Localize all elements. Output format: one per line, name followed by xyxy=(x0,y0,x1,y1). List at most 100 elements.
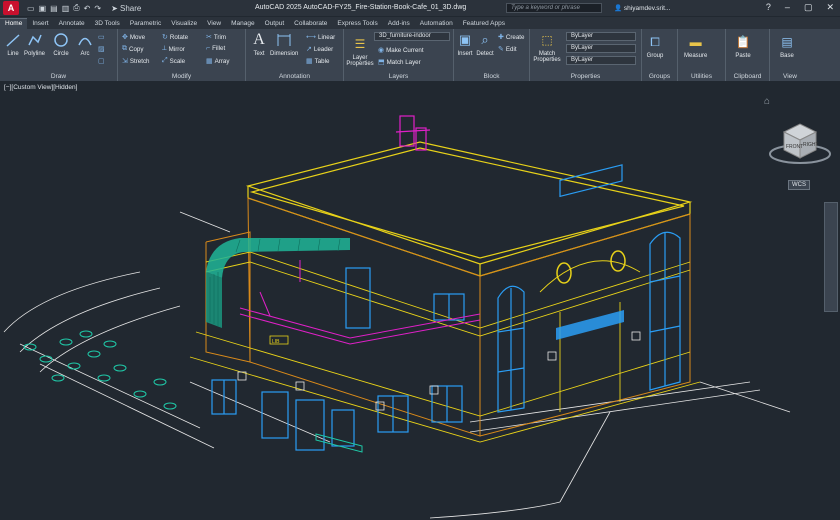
linetype-dropdown[interactable]: ByLayer xyxy=(566,44,636,53)
rotate-button[interactable]: ↻ Rotate xyxy=(162,33,189,42)
create-label: Create xyxy=(505,33,525,41)
tab-automation[interactable]: Automation xyxy=(415,19,458,29)
trim-button[interactable]: ✂ Trim xyxy=(206,33,226,42)
circle-button[interactable]: Circle xyxy=(52,31,70,57)
match-layer-button[interactable]: ⬒ Match Layer xyxy=(378,58,421,67)
groups-panel-title[interactable]: Groups xyxy=(642,73,677,80)
polyline-button[interactable]: Polyline xyxy=(24,31,45,57)
tab-insert[interactable]: Insert xyxy=(27,19,53,29)
edit-block-icon: ✎ xyxy=(498,46,504,53)
base-view-icon: ▤ xyxy=(781,35,793,49)
array-button[interactable]: ▦ Array xyxy=(206,57,229,66)
dimension-button[interactable]: Dimension xyxy=(270,31,298,57)
tab-visualize[interactable]: Visualize xyxy=(166,19,202,29)
annotation-panel-title[interactable]: Annotation xyxy=(246,73,343,80)
application-menu-button[interactable]: A xyxy=(3,1,19,15)
save-as-icon[interactable]: ▥ xyxy=(62,4,70,13)
tab-featured-apps[interactable]: Featured Apps xyxy=(458,19,510,29)
drawing-viewport[interactable]: [−][Custom View][Hidden] ⌂ FRONT RIGHT W… xyxy=(0,82,840,520)
line-button[interactable]: Line xyxy=(4,31,22,57)
groups-panel: ⧠ Group Groups xyxy=(642,29,678,81)
paste-button[interactable]: 📋 Paste xyxy=(734,33,752,59)
leader-button[interactable]: ↗ Leader xyxy=(306,45,334,54)
rectangle-icon[interactable]: ▭ xyxy=(98,33,105,41)
stretch-button[interactable]: ⇲ Stretch xyxy=(122,57,149,66)
modify-panel: ✥ Move ↻ Rotate ✂ Trim ⧉ Copy ⟂ Mirror ⌐ Fille… xyxy=(118,29,246,81)
table-button[interactable]: ▦ Table xyxy=(306,57,329,66)
linear-button[interactable]: ⟷ Linear xyxy=(306,33,335,42)
fillet-button[interactable]: ⌐ Fillet xyxy=(206,45,225,52)
make-current-button[interactable]: ◉ Make Current xyxy=(378,46,424,55)
layer-properties-label: Layer Properties xyxy=(346,55,374,67)
tab-parametric[interactable]: Parametric xyxy=(125,19,166,29)
modify-panel-title[interactable]: Modify xyxy=(118,73,245,80)
table-icon: ▦ xyxy=(306,58,313,65)
search-input[interactable]: Type a keyword or phrase xyxy=(506,3,602,13)
tab-manage[interactable]: Manage xyxy=(226,19,260,29)
copy-icon: ⧉ xyxy=(122,45,127,52)
new-file-icon[interactable]: ▭ xyxy=(27,4,35,13)
hatch-icon[interactable]: ▨ xyxy=(98,45,105,53)
tab-home[interactable]: Home xyxy=(0,18,28,29)
maximize-icon[interactable]: ▢ xyxy=(804,2,813,13)
color-dropdown[interactable]: ByLayer xyxy=(566,32,636,41)
properties-panel-title[interactable]: Properties xyxy=(530,73,641,80)
tab-view[interactable]: View xyxy=(202,19,226,29)
rotate-label: Rotate xyxy=(169,33,189,41)
window-controls: ? – ▢ ✕ xyxy=(766,2,834,13)
insert-label: Insert xyxy=(457,51,473,57)
create-block-icon: ✚ xyxy=(498,34,504,41)
tab-collaborate[interactable]: Collaborate xyxy=(289,19,332,29)
open-file-icon[interactable]: ▣ xyxy=(39,4,47,13)
match-properties-label: Match Properties xyxy=(533,51,561,63)
insert-button[interactable]: ▣ Insert xyxy=(456,31,474,57)
round-windows xyxy=(556,250,626,284)
clipboard-panel-title[interactable]: Clipboard xyxy=(726,73,769,80)
help-icon[interactable]: ? xyxy=(766,2,771,13)
redo-icon[interactable]: ↷ xyxy=(94,4,101,13)
create-block-button[interactable]: ✚ Create xyxy=(498,33,525,42)
edit-block-button[interactable]: ✎ Edit xyxy=(498,45,517,54)
detect-button[interactable]: ⌕ Detect xyxy=(476,31,494,57)
boundary-icon[interactable]: ▢ xyxy=(98,57,105,65)
print-icon[interactable]: ⎙ xyxy=(73,3,79,13)
tab-express-tools[interactable]: Express Tools xyxy=(332,19,382,29)
draw-panel-title[interactable]: Draw xyxy=(0,73,117,80)
window-title: AutoCAD 2025 AutoCAD-FY25_Fire-Station-B… xyxy=(255,4,467,11)
entrance-step xyxy=(315,433,363,453)
save-icon[interactable]: ▤ xyxy=(50,4,58,13)
cafe-sign-text: LIB xyxy=(272,339,280,345)
tab-output[interactable]: Output xyxy=(260,19,290,29)
close-icon[interactable]: ✕ xyxy=(826,2,834,13)
leader-label: Leader xyxy=(313,45,334,53)
match-properties-button[interactable]: ⬚ Match Properties xyxy=(532,31,562,63)
share-button[interactable]: ➤ Share xyxy=(111,4,141,13)
balcony-railing xyxy=(239,260,481,345)
tab-3d-tools[interactable]: 3D Tools xyxy=(90,19,125,29)
move-button[interactable]: ✥ Move xyxy=(122,33,145,42)
user-account[interactable]: 👤 shiyamdev.srit... xyxy=(614,4,670,12)
mirror-button[interactable]: ⟂ Mirror xyxy=(162,45,185,53)
layer-properties-button[interactable]: ☰ Layer Properties xyxy=(346,35,374,67)
scale-button[interactable]: ⤢ Scale xyxy=(162,57,185,65)
layers-panel-title[interactable]: Layers xyxy=(344,73,453,80)
block-panel-title[interactable]: Block xyxy=(454,73,529,80)
linear-icon: ⟷ xyxy=(306,34,317,41)
layer-dropdown[interactable]: 3D_furniture-indoor xyxy=(374,32,450,41)
lineweight-dropdown[interactable]: ByLayer xyxy=(566,56,636,65)
circle-label: Circle xyxy=(53,51,69,57)
utilities-panel-title[interactable]: Utilities xyxy=(678,73,725,80)
arc-button[interactable]: Arc xyxy=(76,31,94,57)
view-panel-title[interactable]: View xyxy=(770,73,810,80)
tab-annotate[interactable]: Annotate xyxy=(54,19,90,29)
measure-button[interactable]: ▬ Measure xyxy=(684,33,707,59)
base-button[interactable]: ▤ Base xyxy=(778,33,796,59)
tab-add-ins[interactable]: Add-ins xyxy=(383,19,415,29)
text-button[interactable]: A Text xyxy=(250,31,268,57)
copy-button[interactable]: ⧉ Copy xyxy=(122,45,143,53)
line-icon xyxy=(4,31,22,49)
group-button[interactable]: ⧠ Group xyxy=(646,33,664,60)
layers-panel: ☰ Layer Properties 3D_furniture-indoor ◉… xyxy=(344,29,454,81)
minimize-icon[interactable]: – xyxy=(785,2,790,13)
undo-icon[interactable]: ↶ xyxy=(84,4,91,13)
